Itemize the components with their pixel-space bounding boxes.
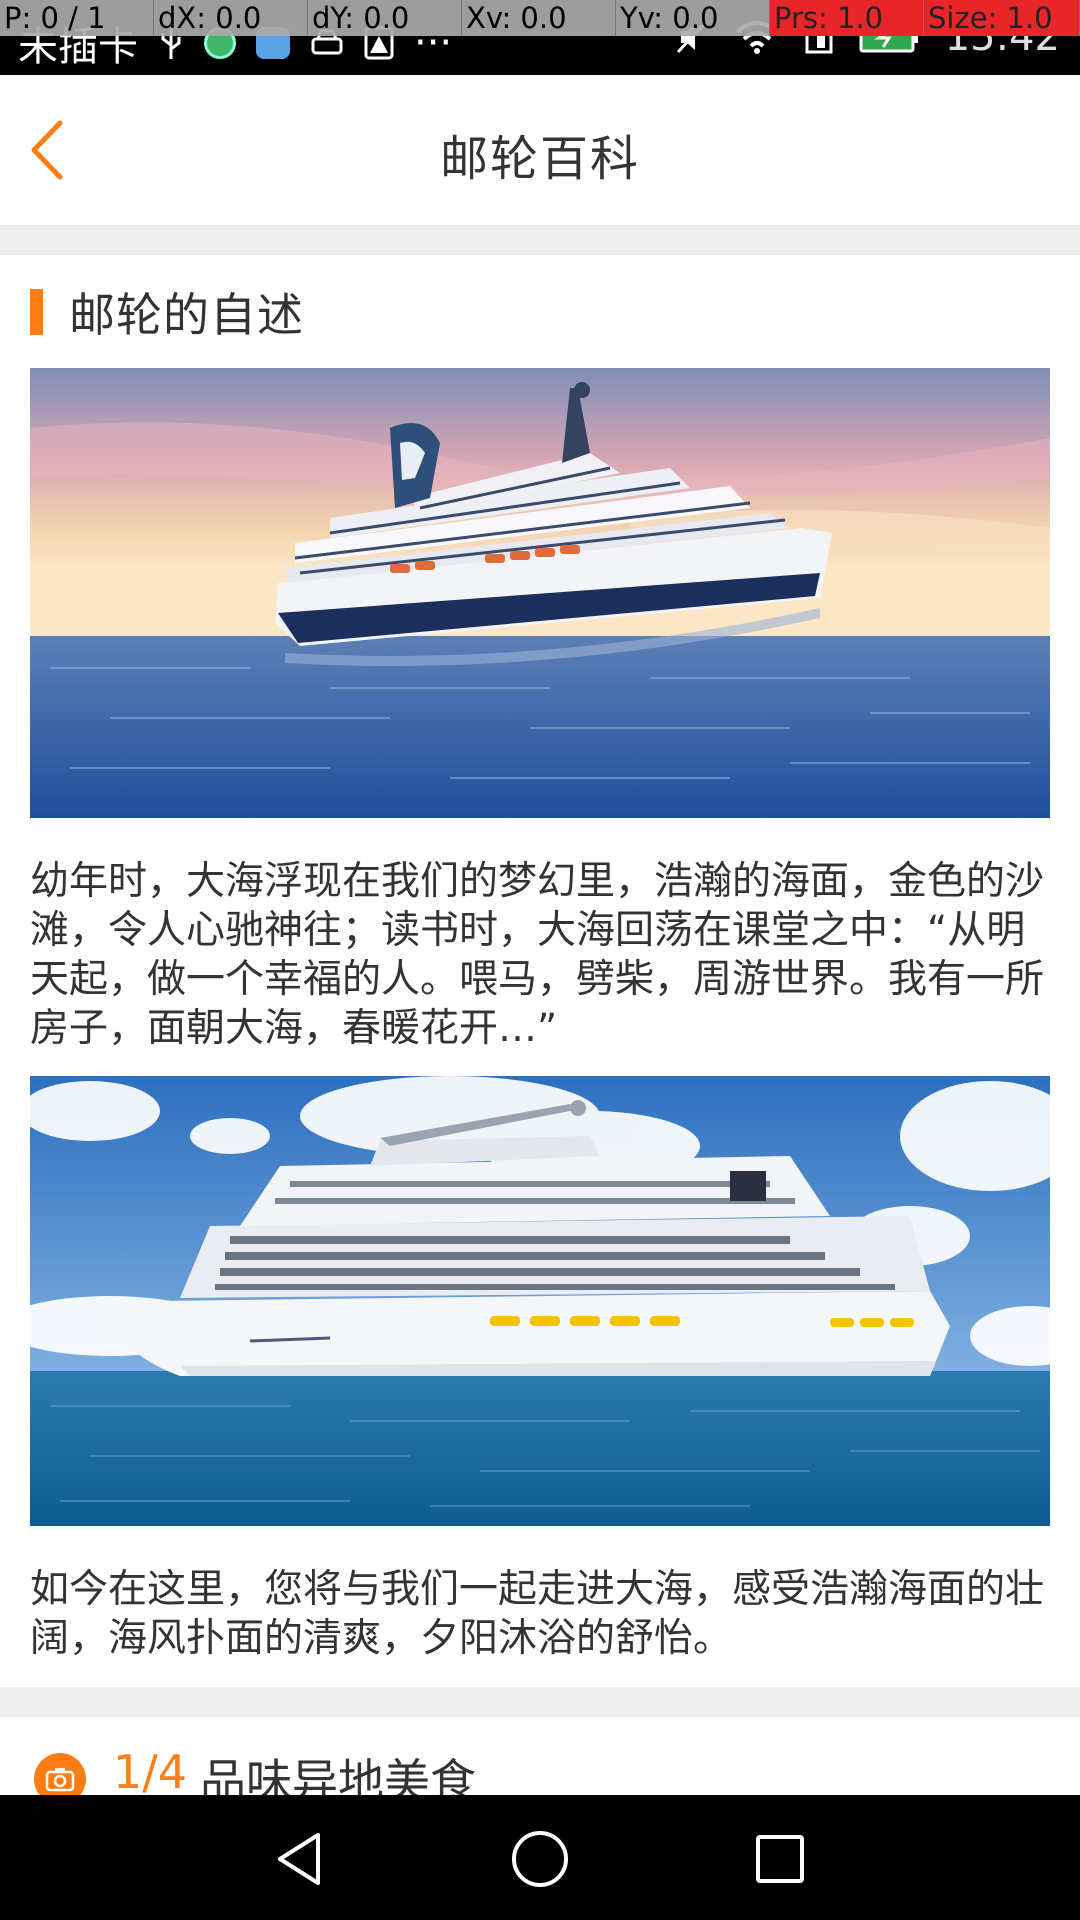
- system-nav-bar: [0, 1795, 1080, 1920]
- app-header: 邮轮百科: [0, 75, 1080, 225]
- section-heading: 邮轮的自述: [30, 287, 304, 342]
- article-card: 邮轮的自述 幼年时，大海浮现在我们的梦幻里，浩瀚的海面，金色的沙滩，令人心驰神往…: [0, 255, 1080, 1687]
- nav-recents-button[interactable]: [748, 1827, 812, 1891]
- home-circle-icon: [512, 1831, 568, 1887]
- intro-paragraph: 幼年时，大海浮现在我们的梦幻里，浩瀚的海面，金色的沙滩，令人心驰神往；读书时，大…: [30, 859, 1045, 1051]
- pointer-count: P: 0 / 1: [0, 0, 154, 36]
- section-accent-bar: [30, 289, 43, 335]
- cruise-ship-blue-sky-photo[interactable]: [30, 1076, 1050, 1526]
- recents-square-icon: [756, 1835, 804, 1883]
- next-section-title: 品味异地美食: [200, 1754, 476, 1795]
- cruise-ship-sunset-photo[interactable]: [30, 368, 1050, 818]
- pointer-location-overlay: P: 0 / 1 dX: 0.0 dY: 0.0 Xv: 0.0 Yv: 0.0…: [0, 0, 1080, 36]
- velocity-x: Xv: 0.0: [462, 0, 616, 36]
- section-title: 邮轮的自述: [69, 288, 304, 342]
- velocity-y: Yv: 0.0: [616, 0, 770, 36]
- closing-paragraph: 如今在这里，您将与我们一起走进大海，感受浩瀚海面的壮阔，海风扑面的清爽，夕阳沐浴…: [30, 1567, 1045, 1661]
- page-title: 邮轮百科: [439, 131, 640, 187]
- nav-home-button[interactable]: [508, 1827, 572, 1891]
- next-section-card[interactable]: 1/4 品味异地美食: [0, 1717, 1080, 1795]
- delta-y: dY: 0.0: [308, 0, 462, 36]
- back-triangle-icon: [278, 1833, 320, 1885]
- touch-size: Size: 1.0: [924, 0, 1080, 36]
- pressure: Prs: 1.0: [770, 0, 924, 36]
- camera-icon: [34, 1753, 86, 1795]
- gallery-counter: 1/4: [113, 1745, 187, 1795]
- delta-x: dX: 0.0: [154, 0, 308, 36]
- nav-back-button[interactable]: [268, 1827, 332, 1891]
- counter-current: 1: [113, 1745, 143, 1795]
- counter-total: /4: [142, 1745, 188, 1795]
